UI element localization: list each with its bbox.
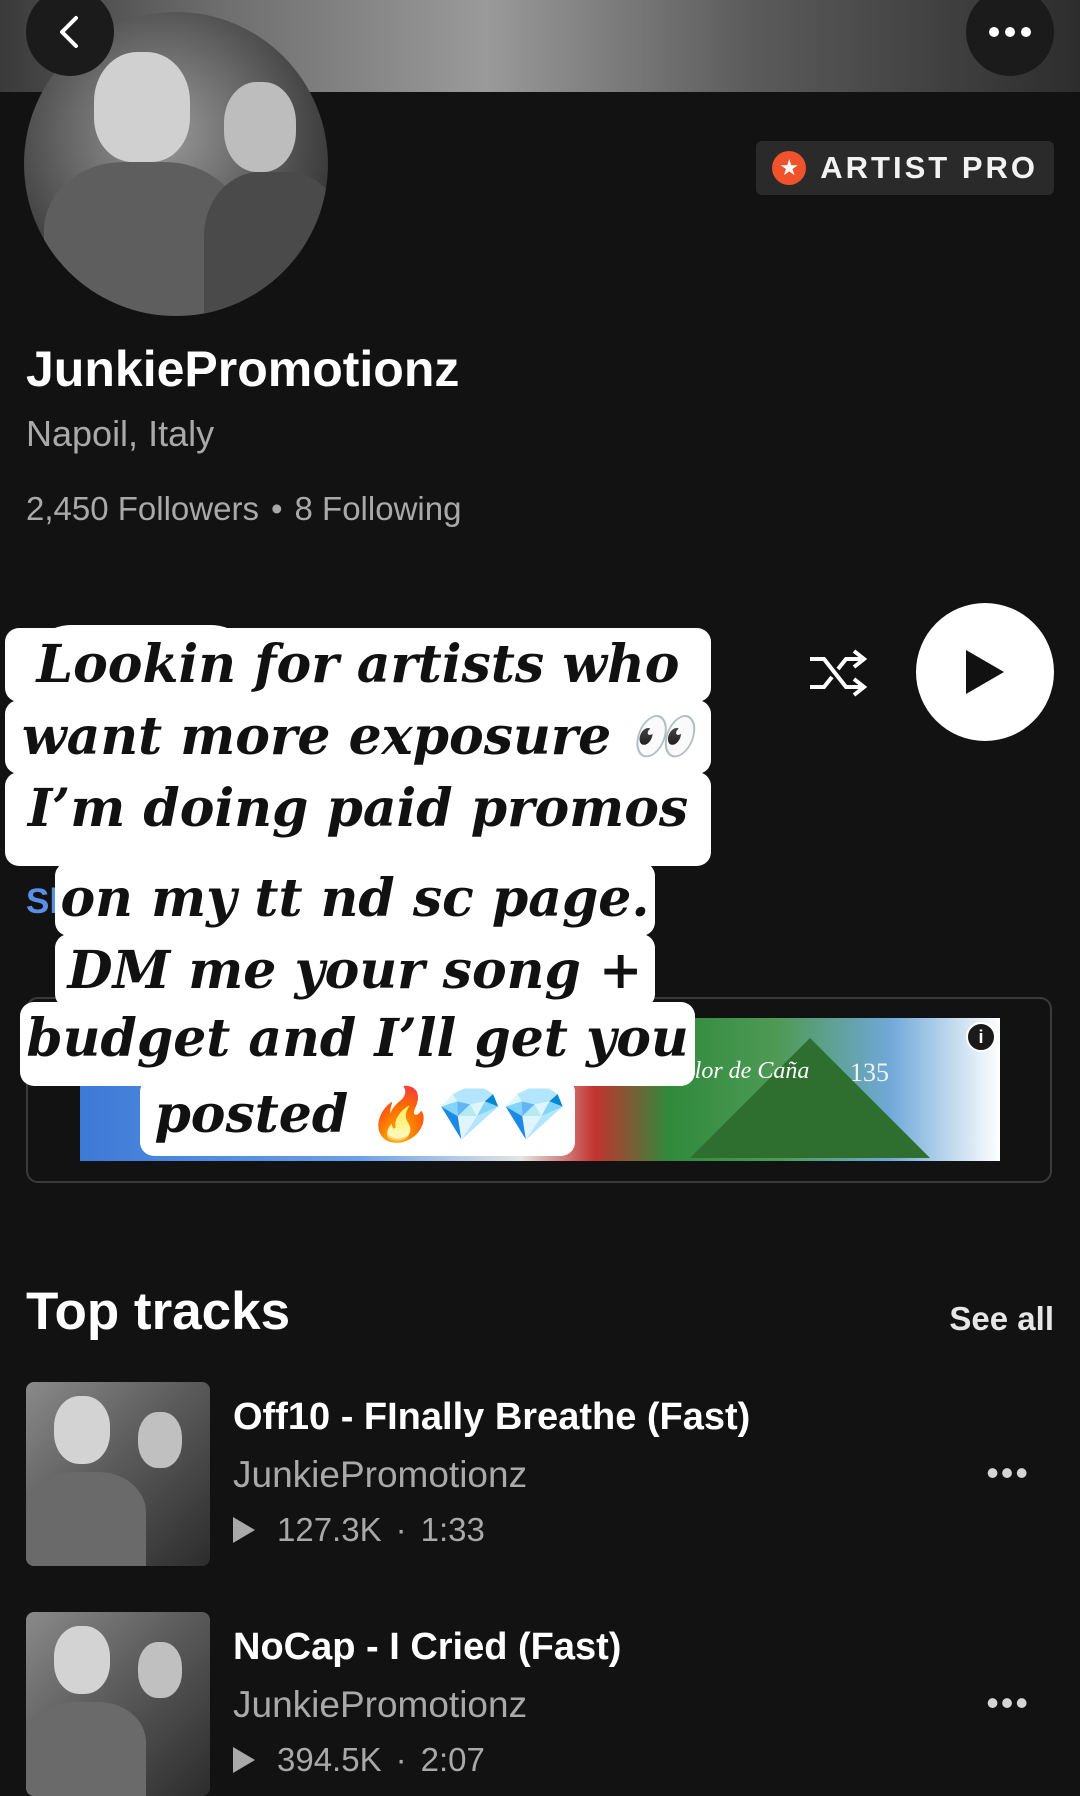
top-tracks-title: Top tracks <box>26 1282 291 1341</box>
track-more-button[interactable]: ••• <box>986 1452 1030 1494</box>
followers-link[interactable]: 2,450 Followers <box>26 490 259 527</box>
ad-brand-text: Flor de Caña <box>680 1058 810 1084</box>
separator-dot: • <box>270 490 283 527</box>
meta-separator: · <box>395 1511 407 1548</box>
track-artwork <box>26 1612 210 1796</box>
profile-location: Napoil, Italy <box>26 413 215 454</box>
caption-line: want more exposure 👀 <box>5 700 711 774</box>
track-title: NoCap - I Cried (Fast) <box>233 1626 622 1668</box>
ad-number-text: 135 <box>850 1058 889 1087</box>
info-icon[interactable]: i <box>966 1022 996 1052</box>
track-artist: JunkiePromotionz <box>233 1684 528 1725</box>
play-count: 394.5K <box>277 1741 382 1778</box>
badge-label: ARTIST PRO <box>820 150 1038 185</box>
shuffle-icon[interactable] <box>806 647 870 699</box>
track-meta: 127.3K · 1:33 <box>233 1511 485 1549</box>
caption-line: DM me your song + <box>55 934 655 1008</box>
track-more-button[interactable]: ••• <box>986 1682 1030 1724</box>
caption-line: on my tt nd sc page. <box>55 862 655 936</box>
caption-line: posted 🔥💎💎 <box>140 1078 575 1156</box>
track-title: Off10 - FInally Breathe (Fast) <box>233 1396 751 1438</box>
play-count: 127.3K <box>277 1511 382 1548</box>
play-count-icon <box>233 1517 255 1543</box>
profile-name: JunkiePromotionz <box>26 341 460 397</box>
follow-stats: 2,450 Followers • 8 Following <box>26 490 461 528</box>
track-artwork <box>26 1382 210 1566</box>
following-link[interactable]: 8 Following <box>295 490 462 527</box>
more-horizontal-icon <box>989 27 1031 37</box>
play-button[interactable] <box>916 603 1054 741</box>
track-row[interactable]: NoCap - I Cried (Fast) JunkiePromotionz … <box>26 1612 1054 1796</box>
play-count-icon <box>233 1747 255 1773</box>
play-icon <box>966 650 1004 694</box>
see-all-link[interactable]: See all <box>949 1300 1054 1338</box>
track-meta: 394.5K · 2:07 <box>233 1741 485 1779</box>
track-duration: 1:33 <box>420 1511 485 1548</box>
track-duration: 2:07 <box>420 1741 485 1778</box>
star-icon: ★ <box>772 151 807 185</box>
meta-separator: · <box>395 1741 407 1778</box>
track-artist: JunkiePromotionz <box>233 1454 528 1495</box>
track-row[interactable]: Off10 - FInally Breathe (Fast) JunkiePro… <box>26 1382 1054 1566</box>
caption-line: Lookin for artists who <box>5 628 711 702</box>
caption-line: budget and I’ll get you <box>20 1002 695 1086</box>
caption-line: I’m doing paid promos <box>5 772 711 866</box>
chevron-left-icon <box>60 16 78 48</box>
artist-pro-badge: ★ ARTIST PRO <box>756 141 1054 195</box>
